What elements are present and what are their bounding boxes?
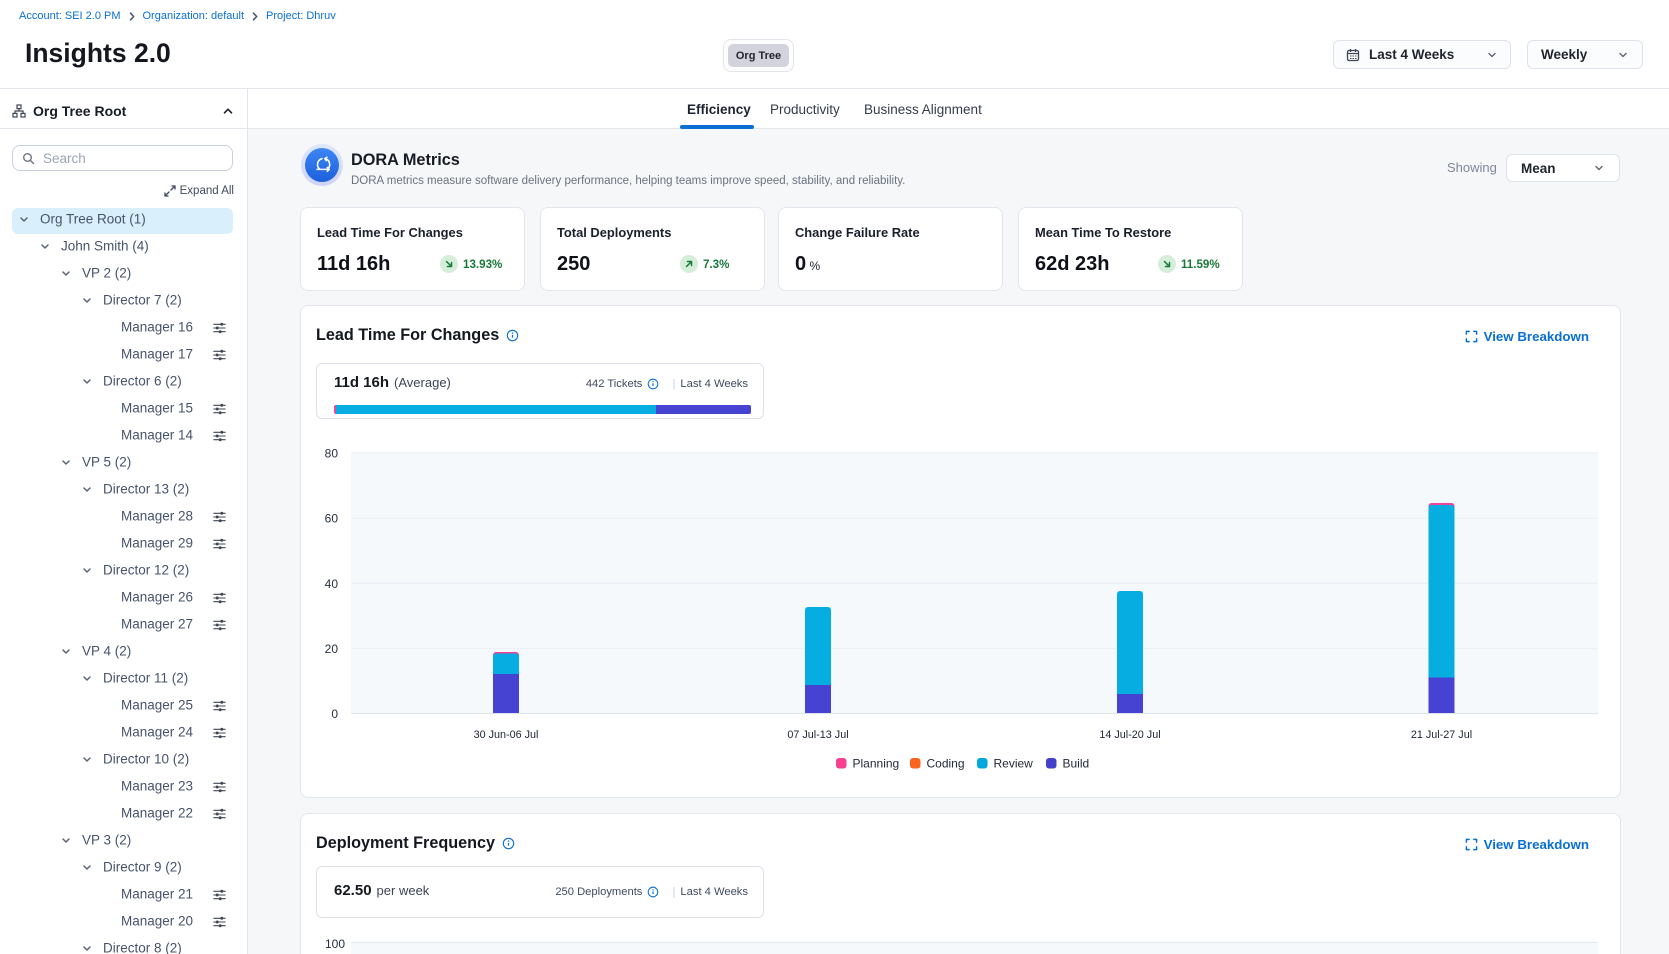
svg-text:21 Jul-27 Jul: 21 Jul-27 Jul [1411,729,1472,741]
svg-text:14 Jul-20 Jul: 14 Jul-20 Jul [1099,729,1160,741]
svg-text:Review: Review [994,757,1034,771]
svg-text:60: 60 [325,512,339,526]
svg-text:07 Jul-13 Jul: 07 Jul-13 Jul [787,729,848,741]
svg-text:40: 40 [325,577,339,591]
svg-text:30 Jun-06 Jul: 30 Jun-06 Jul [474,729,539,741]
svg-text:0: 0 [331,707,338,721]
svg-text:Planning: Planning [853,757,900,771]
svg-text:80: 80 [325,447,339,461]
svg-text:20: 20 [325,642,339,656]
svg-text:Coding: Coding [927,757,965,771]
svg-text:Build: Build [1063,757,1090,771]
